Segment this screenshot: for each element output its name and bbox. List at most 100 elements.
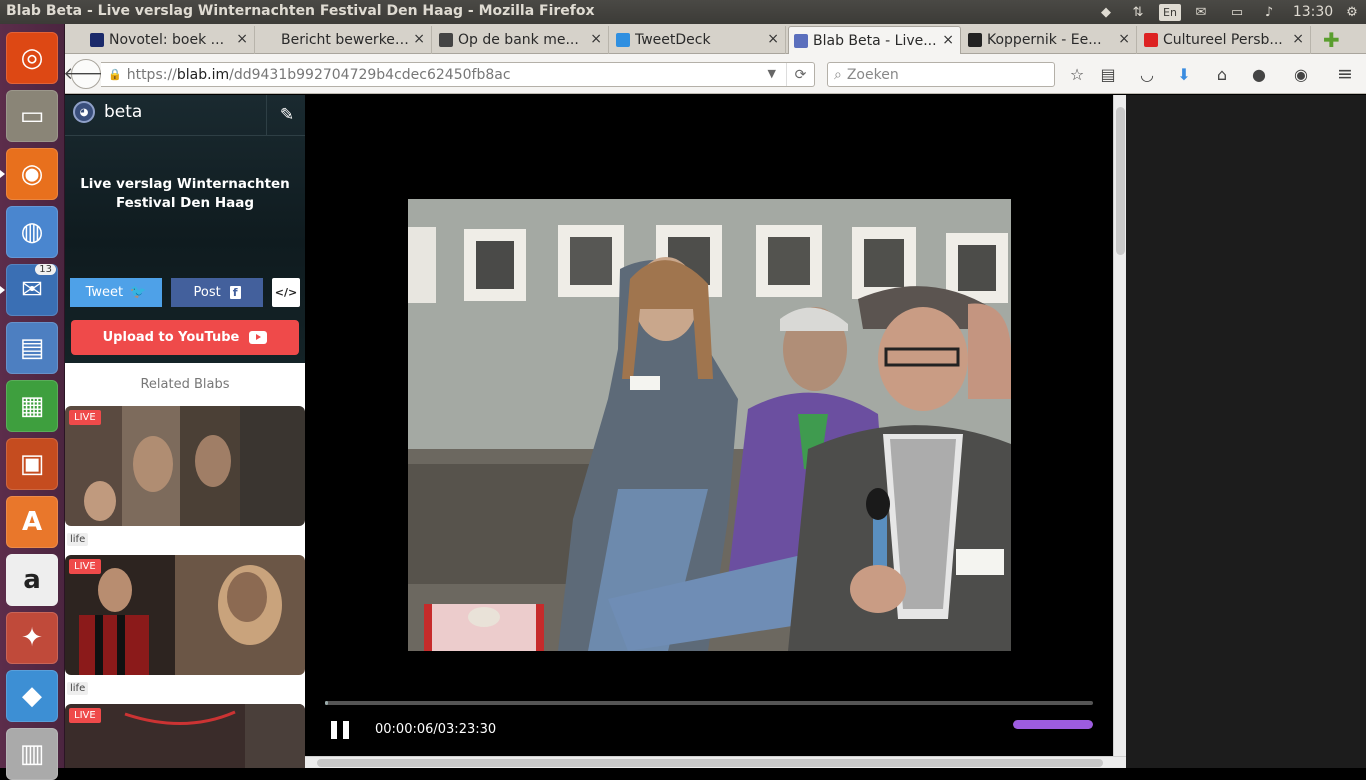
url-host: blab.im	[176, 66, 230, 83]
close-tab-icon[interactable]: ×	[942, 32, 954, 48]
favicon-icon	[439, 33, 453, 47]
horizontal-scrollbar[interactable]	[305, 756, 1126, 768]
browser-tab[interactable]: Cultureel Persb... ×	[1139, 26, 1311, 54]
related-blab-card[interactable]: LIVE	[65, 704, 305, 768]
close-tab-icon[interactable]: ×	[236, 31, 248, 47]
live-badge: LIVE	[69, 559, 101, 574]
download-icon[interactable]: ⬇	[1173, 63, 1195, 85]
close-tab-icon[interactable]: ×	[413, 31, 425, 47]
close-tab-icon[interactable]: ×	[590, 31, 602, 47]
category-tag[interactable]: life	[67, 682, 89, 695]
url-text[interactable]: https://blab.im/dd9431b992704729b4cdec62…	[127, 67, 511, 83]
embed-code-button[interactable]: </>	[272, 278, 300, 307]
sidebar-header: ◕ beta ✎ Live verslag Winternachten Fest…	[65, 95, 305, 363]
scrollbar-thumb[interactable]	[1116, 107, 1125, 255]
network-icon[interactable]: ⇅	[1128, 3, 1148, 21]
navigation-toolbar: 🡐 🔒 https://blab.im/dd9431b992704729b4cd…	[63, 54, 1366, 94]
browser-tab[interactable]: Novotel: boek ... ×	[85, 26, 255, 54]
upload-to-youtube-button[interactable]: Upload to YouTube	[71, 320, 299, 355]
reading-list-icon[interactable]: ▤	[1097, 63, 1119, 85]
dropbox-tray-icon[interactable]: ◆	[1096, 3, 1116, 21]
tab-label: TweetDeck	[635, 32, 711, 48]
addon-icon[interactable]: ◉	[1290, 63, 1312, 85]
launcher: ◎ ▭ ◉ ◍ ✉ 13 ▤ ▦ ▣ Aa ✦ ◆ ▥	[0, 24, 65, 780]
launcher-thunderbird-icon[interactable]: ✉ 13	[6, 264, 58, 316]
chromium-glyph: ◍	[20, 217, 44, 247]
favicon-icon	[616, 33, 630, 47]
tweet-button[interactable]: Tweet 🐦	[70, 278, 162, 307]
launcher-ubuntu-dash-icon[interactable]: ◎	[6, 32, 58, 84]
libreoffice-writer-template-glyph: ▣	[19, 449, 45, 479]
category-tag[interactable]: life	[67, 533, 89, 546]
progress-bar[interactable]	[325, 701, 1093, 705]
favicon-icon	[262, 33, 276, 47]
launcher-software-center-icon[interactable]: A	[6, 496, 58, 548]
launcher-system-settings-icon[interactable]: ✦	[6, 612, 58, 664]
ubuntu-dash-glyph: ◎	[20, 43, 44, 73]
scrollbar-thumb[interactable]	[317, 759, 1103, 767]
amazon-glyph: a	[23, 565, 41, 595]
volume-icon[interactable]: ♪	[1258, 3, 1280, 21]
launcher-firefox-icon[interactable]: ◉	[6, 148, 58, 200]
home-icon[interactable]: ⌂	[1211, 63, 1233, 85]
related-blab-card[interactable]: LIVE	[65, 406, 305, 526]
browser-tab[interactable]: Koppernik - Ee... ×	[963, 26, 1137, 54]
search-placeholder: Zoeken	[846, 66, 899, 83]
launcher-libreoffice-calc-icon[interactable]: ▦	[6, 380, 58, 432]
browser-tab[interactable]: Blab Beta - Live... ×	[788, 26, 961, 54]
favicon-icon	[1144, 33, 1158, 47]
facebook-icon: f	[229, 286, 241, 299]
pocket-icon[interactable]: ◡	[1136, 63, 1158, 85]
tab-strip: Novotel: boek ... × Bericht bewerken ‹... ×…	[65, 24, 1366, 54]
workspaces-glyph: ▥	[19, 739, 45, 769]
edit-icon[interactable]: ✎	[277, 105, 297, 125]
browser-tab[interactable]: TweetDeck ×	[611, 26, 786, 54]
chevron-down-icon[interactable]: ▼	[768, 67, 776, 80]
back-button[interactable]: 🡐	[63, 59, 109, 89]
running-indicator	[0, 170, 5, 178]
browser-tab[interactable]: Op de bank me... ×	[434, 26, 609, 54]
browser-tab[interactable]: Bericht bewerken ‹... ×	[257, 26, 432, 54]
vertical-scrollbar[interactable]	[1113, 95, 1126, 756]
launcher-dropbox-icon[interactable]: ◆	[6, 670, 58, 722]
close-tab-icon[interactable]: ×	[1292, 31, 1304, 47]
thumbnail-image	[65, 406, 305, 526]
keyboard-layout-indicator[interactable]: En	[1159, 4, 1181, 21]
launcher-files-icon[interactable]: ▭	[6, 90, 58, 142]
facebook-post-button[interactable]: Post f	[171, 278, 263, 307]
progress-fill	[325, 701, 329, 705]
launcher-workspaces-icon[interactable]: ▥	[6, 728, 58, 780]
launcher-amazon-icon[interactable]: a	[6, 554, 58, 606]
mail-icon[interactable]: ✉	[1190, 3, 1212, 21]
tweet-label: Tweet	[85, 285, 124, 300]
launcher-chromium-icon[interactable]: ◍	[6, 206, 58, 258]
live-badge: LIVE	[69, 708, 101, 723]
url-path: /dd9431b992704729b4cdec62450fb8ac	[229, 66, 511, 83]
url-bar[interactable]: 🔒 https://blab.im/dd9431b992704729b4cdec…	[101, 62, 815, 87]
thunderbird-glyph: ✉	[21, 275, 43, 305]
related-blab-card[interactable]: LIVE	[65, 555, 305, 675]
pause-icon[interactable]	[331, 721, 349, 739]
search-input[interactable]: ⌕ Zoeken	[827, 62, 1055, 87]
system-settings-glyph: ✦	[21, 623, 43, 653]
launcher-libreoffice-writer-template-icon[interactable]: ▣	[6, 438, 58, 490]
launcher-libreoffice-impress-icon[interactable]: ▤	[6, 322, 58, 374]
close-tab-icon[interactable]: ×	[767, 31, 779, 47]
brand[interactable]: ◕ beta	[73, 101, 142, 123]
reload-icon[interactable]: ⟳	[786, 63, 814, 86]
battery-icon[interactable]: ▭	[1224, 3, 1250, 21]
top-panel: Blab Beta - Live verslag Winternachten F…	[0, 0, 1366, 24]
gear-icon[interactable]: ⚙	[1342, 3, 1362, 21]
chat-icon[interactable]: ●	[1248, 63, 1270, 85]
video-player[interactable]: 00:00:06/03:23:30	[305, 95, 1113, 756]
volume-slider[interactable]	[1013, 720, 1093, 729]
tab-label: Op de bank me...	[458, 32, 579, 48]
running-indicator	[0, 286, 5, 294]
hamburger-menu-icon[interactable]: ≡	[1334, 63, 1356, 85]
close-tab-icon[interactable]: ×	[1118, 31, 1130, 47]
video-stream[interactable]	[408, 199, 1011, 651]
new-tab-icon[interactable]: ✚	[1323, 28, 1340, 52]
tab-label: Blab Beta - Live...	[813, 32, 937, 49]
clock[interactable]: 13:30	[1290, 3, 1336, 21]
bookmark-star-icon[interactable]: ☆	[1066, 63, 1088, 85]
